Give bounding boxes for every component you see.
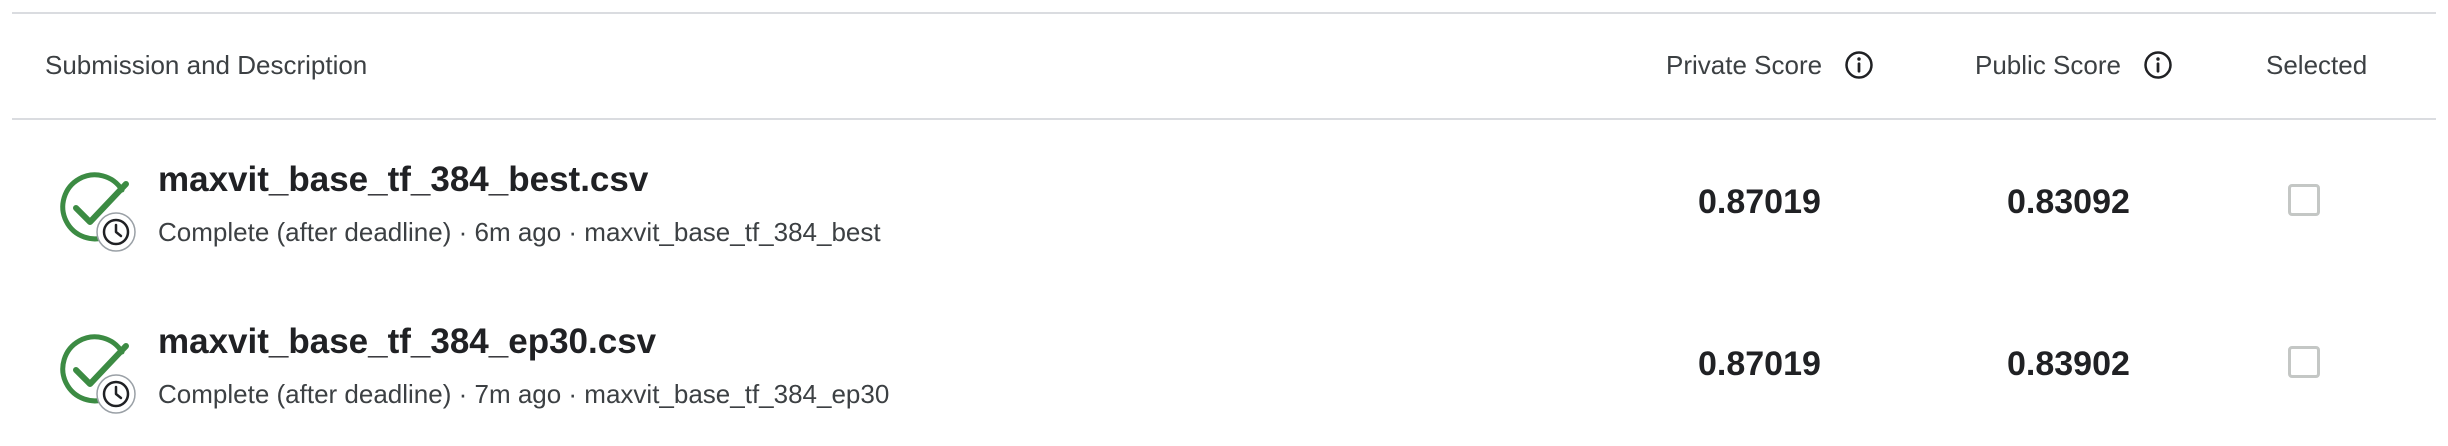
private-score-value: 0.87019 [1698,344,1821,383]
submission-description: Complete (after deadline) · 6m ago · max… [158,217,881,247]
info-icon[interactable] [1844,50,1874,80]
private-score-value: 0.87019 [1698,182,1821,221]
public-score-value: 0.83902 [2007,344,2130,383]
header-public-score: Public Score [1975,12,2173,118]
selected-checkbox[interactable] [2288,184,2320,216]
submission-file-name[interactable]: maxvit_base_tf_384_best.csv [158,160,648,200]
submission-description: Complete (after deadline) · 7m ago · max… [158,379,890,409]
header-private-score: Private Score [1666,12,1874,118]
submission-file-name[interactable]: maxvit_base_tf_384_ep30.csv [158,322,656,362]
complete-status-icon [60,334,136,414]
header-divider [12,118,2436,120]
public-score-value: 0.83092 [2007,182,2130,221]
header-private-label: Private Score [1666,49,1823,80]
header-submission-label: Submission and Description [45,49,368,80]
header-submission: Submission and Description [45,12,367,118]
submissions-table: Submission and Description Private Score… [0,0,2448,446]
header-selected-label: Selected [2266,49,2368,80]
table-row: maxvit_base_tf_384_ep30.csv Complete (af… [12,284,2436,444]
complete-status-icon [60,172,136,252]
table-header: Submission and Description Private Score… [12,12,2436,118]
header-public-label: Public Score [1975,49,2121,80]
info-icon[interactable] [2143,50,2173,80]
selected-checkbox[interactable] [2288,346,2320,378]
table-row: maxvit_base_tf_384_best.csv Complete (af… [12,122,2436,282]
header-selected: Selected [2266,12,2367,118]
